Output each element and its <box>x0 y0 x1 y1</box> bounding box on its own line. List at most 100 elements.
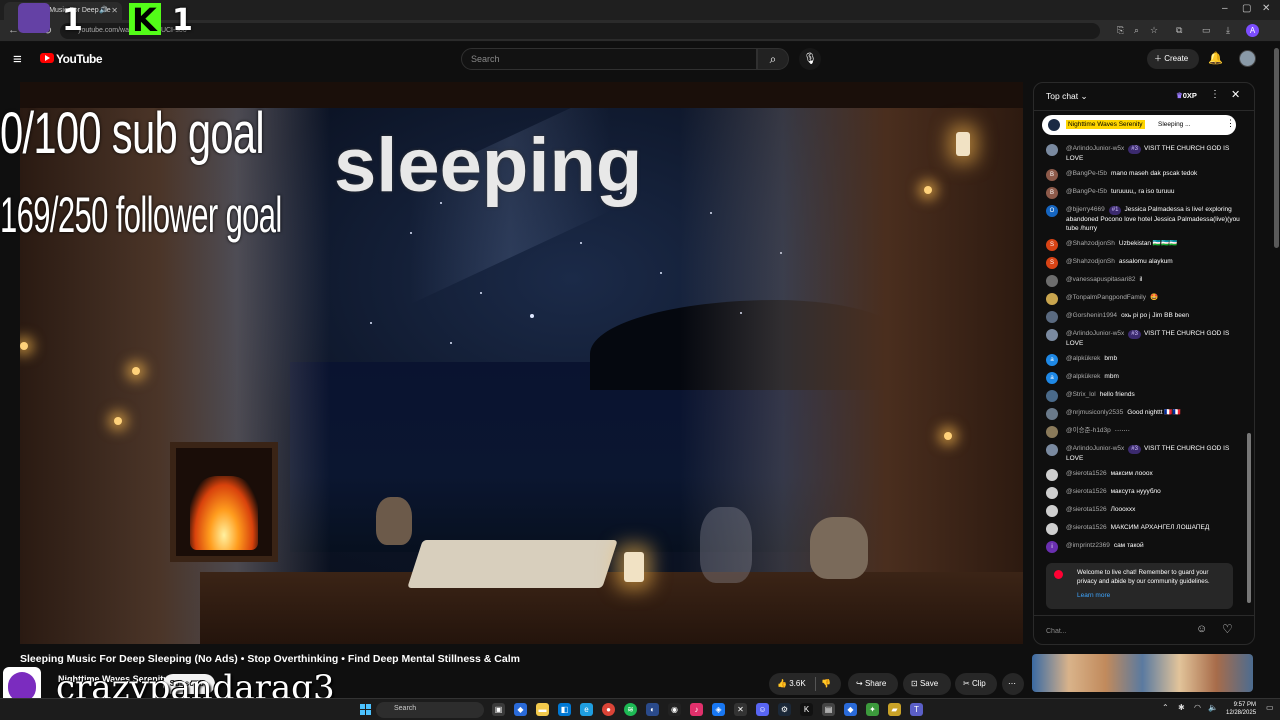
more-actions-button[interactable]: ⋯ <box>1002 673 1024 695</box>
chat-author[interactable]: @vanessapuspitasari82 <box>1066 276 1135 283</box>
app-icon[interactable]: ◐ <box>646 703 659 716</box>
chat-avatar[interactable] <box>1046 144 1058 156</box>
app-icon[interactable]: ✦ <box>866 703 879 716</box>
chat-message[interactable]: @sierota1526 максим лоооx <box>1034 466 1249 484</box>
chat-avatar[interactable]: B <box>1046 187 1058 199</box>
chat-avatar[interactable]: O <box>1046 205 1058 217</box>
like-count[interactable]: 3.6K <box>789 679 805 688</box>
chat-author[interactable]: @imprintz2369 <box>1066 542 1110 549</box>
app-icon[interactable]: ◆ <box>844 703 857 716</box>
chat-author[interactable]: @bjjerry4669 <box>1066 206 1105 213</box>
chat-message[interactable]: @Gorshenin1994 охь рі ро j Jim BB been <box>1034 308 1249 326</box>
chat-author[interactable]: @alpkükrek <box>1066 373 1100 380</box>
chat-avatar[interactable] <box>1046 390 1058 402</box>
chat-avatar[interactable]: B <box>1046 169 1058 181</box>
chat-message[interactable]: @ArlindoJunior-w5x #3 VISIT THE CHURCH GOD… <box>1034 141 1249 166</box>
discord-icon[interactable]: ☺ <box>756 703 769 716</box>
learn-more-link[interactable]: Learn more <box>1077 592 1110 599</box>
chat-message[interactable]: @TonpalmPangpondFamily 🤩 <box>1034 290 1249 308</box>
obs-icon[interactable]: ◉ <box>668 703 681 716</box>
create-button[interactable]: ＋ Create <box>1147 49 1199 69</box>
share-button[interactable]: ↪ Share <box>848 673 898 695</box>
xp-badge[interactable]: ♛0XP <box>1176 91 1197 100</box>
chat-message[interactable]: @sierota1526 МАКСИМ АРХАНГЕЛ ЛОШАПЕД <box>1034 520 1249 538</box>
chat-avatar[interactable] <box>1046 444 1058 456</box>
download-icon[interactable]: ⤓ <box>1226 25 1230 36</box>
chat-avatar[interactable] <box>1046 523 1058 535</box>
chat-message[interactable]: @nrjmusiconly2535 Good nighttt 🇫🇷🇫🇷 <box>1034 405 1249 423</box>
chat-avatar[interactable]: S <box>1046 257 1058 269</box>
chat-message-list[interactable]: @ArlindoJunior-w5x #3 VISIT THE CHURCH GOD… <box>1034 141 1249 561</box>
notifications-icon[interactable]: ▭ <box>1266 703 1274 712</box>
chat-author[interactable]: @ShahzodjonSh <box>1066 258 1115 265</box>
page-scrollbar[interactable] <box>1274 48 1279 248</box>
thumbs-up-icon[interactable]: 👍 <box>777 679 787 688</box>
chat-author[interactable]: @BangPe-t5b <box>1066 188 1107 195</box>
extensions-icon[interactable]: ⧉ <box>1176 25 1182 36</box>
search-input[interactable] <box>462 49 756 69</box>
app-icon[interactable]: ◈ <box>712 703 725 716</box>
chat-author[interactable]: @nrjmusiconly2535 <box>1066 409 1123 416</box>
chat-avatar[interactable] <box>1046 487 1058 499</box>
bookmark-star-icon[interactable]: ☆ <box>1150 25 1158 36</box>
chat-author[interactable]: @sierota1526 <box>1066 506 1107 513</box>
chat-message[interactable]: O @bjjerry4669 #1 Jessica Palmadessa is liv… <box>1034 202 1249 236</box>
close-chat-icon[interactable]: ✕ <box>1231 88 1240 101</box>
chat-avatar[interactable] <box>1046 469 1058 481</box>
chat-author[interactable]: @ShahzodjonSh <box>1066 240 1115 247</box>
chat-message[interactable]: @ArlindoJunior-w5x #3 VISIT THE CHURCH GOD… <box>1034 441 1249 466</box>
task-view-icon[interactable]: ▣ <box>492 703 505 716</box>
chat-message[interactable]: i @imprintz2369 сам такой <box>1034 538 1249 556</box>
wifi-icon[interactable]: ◠ <box>1194 703 1201 712</box>
chat-author[interactable]: @ArlindoJunior-w5x <box>1066 445 1124 452</box>
heart-icon[interactable]: ♡ <box>1222 622 1233 636</box>
chat-author[interactable]: @ArlindoJunior-w5x <box>1066 145 1124 152</box>
chrome-icon[interactable]: ● <box>602 703 615 716</box>
spotify-icon[interactable]: ≋ <box>624 703 637 716</box>
chat-avatar[interactable]: S <box>1046 239 1058 251</box>
chat-avatar[interactable] <box>1046 293 1058 305</box>
clip-button[interactable]: ✂ Clip <box>955 673 997 695</box>
save-button[interactable]: ⊡ Save <box>903 673 951 695</box>
bluetooth-icon[interactable]: ✱ <box>1178 703 1185 712</box>
chat-input[interactable] <box>1046 624 1186 638</box>
url-field[interactable]: youtube.com/wa UCI-so6 <box>60 23 1100 39</box>
split-view-icon[interactable]: ▭ <box>1202 25 1211 36</box>
taskbar-search[interactable]: Search <box>376 702 484 718</box>
pinned-message[interactable]: Nighttime Waves Serenity Sleeping ... ⋮ <box>1042 115 1236 135</box>
chat-avatar[interactable]: i <box>1046 541 1058 553</box>
steam-icon[interactable]: ⚙ <box>778 703 791 716</box>
chat-author[interactable]: @alpkükrek <box>1066 355 1100 362</box>
chat-author[interactable]: @BangPe-t5b <box>1066 170 1107 177</box>
install-icon[interactable]: ⎘ <box>1117 25 1124 36</box>
chat-author[interactable]: @Strix_lol <box>1066 391 1096 398</box>
chat-author[interactable]: @sierota1526 <box>1066 524 1107 531</box>
youtube-logo-icon[interactable] <box>40 53 54 63</box>
store-icon[interactable]: ◧ <box>558 703 571 716</box>
recommended-video-thumbnail[interactable] <box>1032 654 1253 692</box>
chat-message[interactable]: @sierota1526 Лоооххх <box>1034 502 1249 520</box>
chat-message[interactable]: @이승준-h1d3p ······· <box>1034 423 1249 441</box>
top-chat-dropdown[interactable]: Top chat ⌄ <box>1046 91 1088 102</box>
chat-avatar[interactable]: a <box>1046 372 1058 384</box>
chat-message[interactable]: S @ShahzodjonSh assalomu alaykum <box>1034 254 1249 272</box>
app-icon[interactable]: ♪ <box>690 703 703 716</box>
chat-avatar[interactable] <box>1046 408 1058 420</box>
chat-avatar[interactable] <box>1046 275 1058 287</box>
notifications-bell-icon[interactable]: 🔔 <box>1208 51 1223 65</box>
kick-app-icon[interactable]: K <box>800 703 813 716</box>
chat-more-icon[interactable]: ⋮ <box>1210 89 1220 100</box>
chat-avatar[interactable] <box>1046 329 1058 341</box>
search-button[interactable]: ⌕ <box>757 48 789 70</box>
app-icon[interactable]: ▤ <box>822 703 835 716</box>
chat-avatar[interactable] <box>1046 426 1058 438</box>
chat-author[interactable]: @TonpalmPangpondFamily <box>1066 294 1146 301</box>
volume-icon[interactable]: 🔈 <box>1208 703 1218 712</box>
windows-start-icon[interactable] <box>360 704 371 715</box>
chat-avatar[interactable] <box>1046 311 1058 323</box>
chat-avatar[interactable] <box>1046 505 1058 517</box>
browser-profile-avatar[interactable]: A <box>1246 24 1259 37</box>
emoji-icon[interactable]: ☺ <box>1196 623 1207 635</box>
tray-chevron-icon[interactable]: ⌃ <box>1162 703 1169 712</box>
chat-message[interactable]: a @alpkükrek mbm <box>1034 369 1249 387</box>
